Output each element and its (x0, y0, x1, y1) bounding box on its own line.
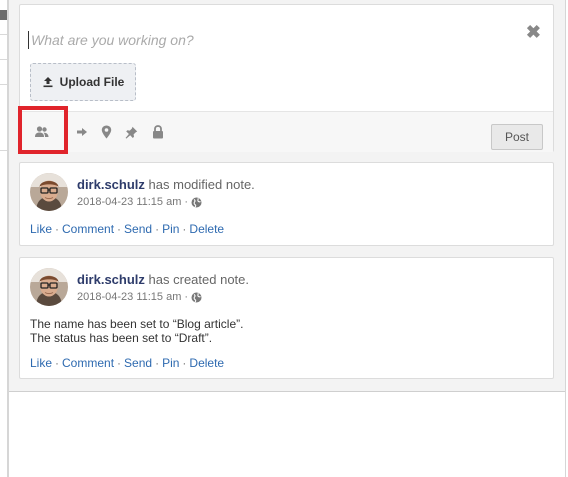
separator: · (117, 356, 122, 370)
avatar[interactable] (30, 268, 68, 306)
arrow-right-icon[interactable] (74, 124, 90, 140)
post-button[interactable]: Post (491, 124, 543, 150)
users-icon[interactable] (34, 124, 50, 140)
avatar[interactable] (30, 173, 68, 211)
note-timestamp: 2018-04-23 11:15 am (77, 291, 182, 303)
note-body-line: The name has been set to “Blog article”. (30, 317, 244, 331)
map-marker-icon[interactable] (98, 124, 114, 140)
comment-link[interactable]: Comment (62, 356, 114, 370)
separator: · (182, 356, 187, 370)
username-link[interactable]: dirk.schulz (77, 272, 145, 287)
stream-container: ✖ Upload File (9, 0, 565, 392)
composer-toolbar: Post (20, 111, 553, 152)
delete-link[interactable]: Delete (189, 222, 224, 236)
comment-link[interactable]: Comment (62, 222, 114, 236)
globe-icon (191, 292, 202, 303)
separator: · (55, 222, 60, 236)
divider (0, 84, 7, 85)
divider (0, 34, 7, 35)
send-link[interactable]: Send (124, 356, 152, 370)
separator: · (55, 356, 60, 370)
close-icon[interactable]: ✖ (526, 23, 541, 41)
pin-link[interactable]: Pin (162, 356, 179, 370)
note-header: dirk.schulz has created note. (77, 272, 249, 287)
divider (0, 150, 7, 151)
username-link[interactable]: dirk.schulz (77, 177, 145, 192)
note-action-text: has created note. (148, 272, 250, 287)
pin-link[interactable]: Pin (162, 222, 179, 236)
stream-note: dirk.schulz has created note. 2018-04-23… (19, 257, 554, 379)
delete-link[interactable]: Delete (189, 356, 224, 370)
like-link[interactable]: Like (30, 356, 52, 370)
note-body-line: The status has been set to “Draft”. (30, 331, 213, 345)
upload-file-button[interactable]: Upload File (30, 63, 136, 101)
separator: · (184, 196, 189, 208)
note-meta: 2018-04-23 11:15 am · (77, 196, 202, 208)
pushpin-icon[interactable] (123, 124, 139, 140)
send-link[interactable]: Send (124, 222, 152, 236)
background-app-edge (0, 0, 8, 477)
note-actions: Like · Comment · Send · Pin · Delete (30, 222, 224, 236)
separator: · (117, 222, 122, 236)
separator: · (155, 222, 160, 236)
upload-icon (43, 77, 53, 88)
lock-icon[interactable] (150, 124, 166, 140)
note-action-text: has modified note. (148, 177, 255, 192)
note-timestamp: 2018-04-23 11:15 am (77, 196, 182, 208)
note-body: The name has been set to “Blog article”.… (30, 317, 243, 345)
note-header: dirk.schulz has modified note. (77, 177, 255, 192)
note-actions: Like · Comment · Send · Pin · Delete (30, 356, 224, 370)
background-app-element (0, 10, 7, 20)
like-link[interactable]: Like (30, 222, 52, 236)
note-input[interactable] (28, 31, 488, 49)
globe-icon (191, 197, 202, 208)
divider (0, 59, 7, 60)
stream-panel: ✖ Upload File (8, 0, 566, 477)
stream-note: dirk.schulz has modified note. 2018-04-2… (19, 162, 554, 246)
note-composer: ✖ Upload File (19, 4, 554, 152)
separator: · (155, 356, 160, 370)
separator: · (182, 222, 187, 236)
separator: · (184, 291, 189, 303)
upload-file-label: Upload File (59, 75, 125, 89)
note-meta: 2018-04-23 11:15 am · (77, 291, 202, 303)
